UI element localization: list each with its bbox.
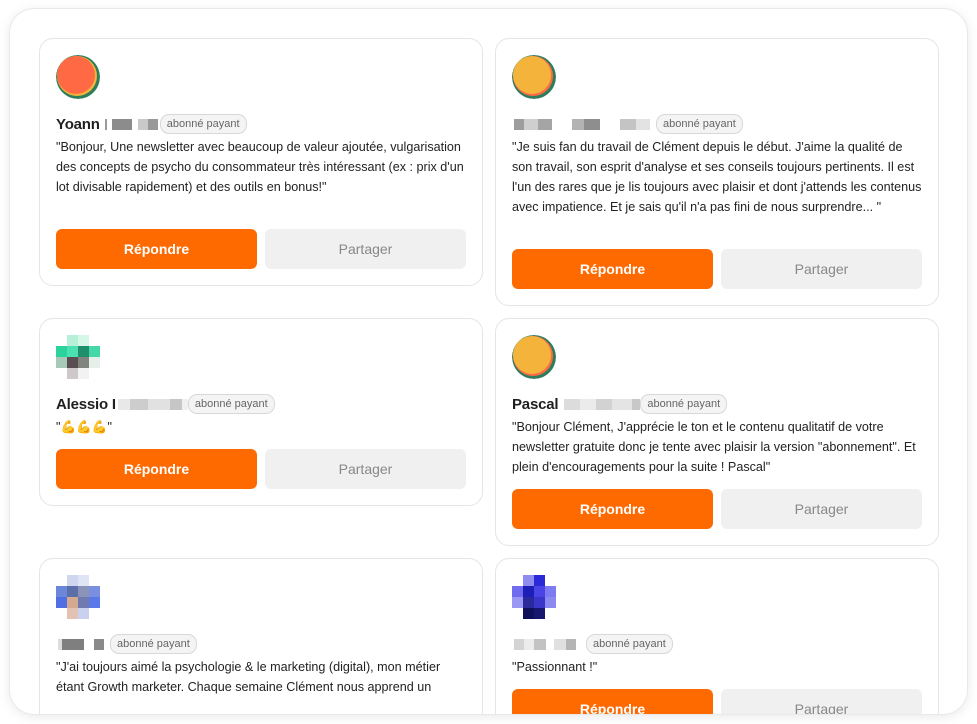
redacted-surname xyxy=(101,118,158,130)
avatar xyxy=(512,335,556,379)
redacted-name xyxy=(514,638,580,650)
status-badge: abonné payant xyxy=(640,394,728,414)
subscriber-name: Alessio I xyxy=(56,395,116,413)
status-badge: abonné payant xyxy=(586,634,673,654)
testimonial-text: "Passionnant !" xyxy=(512,660,598,674)
testimonial-text: "💪💪💪" xyxy=(56,420,112,434)
avatar xyxy=(56,575,100,619)
testimonial-card: abonné payant "J'ai toujours aimé la psy… xyxy=(39,558,483,714)
testimonial-card: Yoann abonné payant "Bonjour, Une newsle… xyxy=(39,38,483,286)
reply-button[interactable]: Répondre xyxy=(56,229,257,269)
testimonial-card: abonné payant "Je suis fan du travail de… xyxy=(495,38,939,306)
reply-button[interactable]: Répondre xyxy=(512,489,713,529)
testimonial-text: "Bonjour, Une newsletter avec beaucoup d… xyxy=(56,140,464,194)
redacted-surname xyxy=(117,398,188,410)
redacted-surname xyxy=(560,398,641,410)
avatar xyxy=(56,55,100,99)
testimonials-panel: Yoann abonné payant "Bonjour, Une newsle… xyxy=(10,9,967,714)
redacted-name xyxy=(514,118,650,130)
share-button[interactable]: Partager xyxy=(721,249,922,289)
reply-button[interactable]: Répondre xyxy=(512,689,713,714)
testimonial-card: Alessio I abonné payant "💪💪💪" Répondre P… xyxy=(39,318,483,506)
testimonial-text: "J'ai toujours aimé la psychologie & le … xyxy=(56,660,441,694)
share-button[interactable]: Partager xyxy=(265,449,466,489)
share-button[interactable]: Partager xyxy=(721,489,922,529)
status-badge: abonné payant xyxy=(110,634,197,654)
avatar xyxy=(512,55,556,99)
status-badge: abonné payant xyxy=(159,114,247,134)
testimonial-text: "Je suis fan du travail de Clément depui… xyxy=(512,140,922,214)
reply-button[interactable]: Répondre xyxy=(512,249,713,289)
testimonial-card: Pascal abonné payant "Bonjour Clément, J… xyxy=(495,318,939,546)
share-button[interactable]: Partager xyxy=(265,229,466,269)
subscriber-name: Pascal xyxy=(512,395,559,413)
redacted-name xyxy=(58,638,108,650)
reply-button[interactable]: Répondre xyxy=(56,449,257,489)
avatar xyxy=(56,335,100,379)
testimonial-text: "Bonjour Clément, J'apprécie le ton et l… xyxy=(512,420,916,474)
share-button[interactable]: Partager xyxy=(721,689,922,714)
status-badge: abonné payant xyxy=(656,114,743,134)
testimonial-card: abonné payant "Passionnant !" Répondre P… xyxy=(495,558,939,714)
avatar xyxy=(512,575,556,619)
subscriber-name: Yoann xyxy=(56,115,100,133)
status-badge: abonné payant xyxy=(187,394,275,414)
